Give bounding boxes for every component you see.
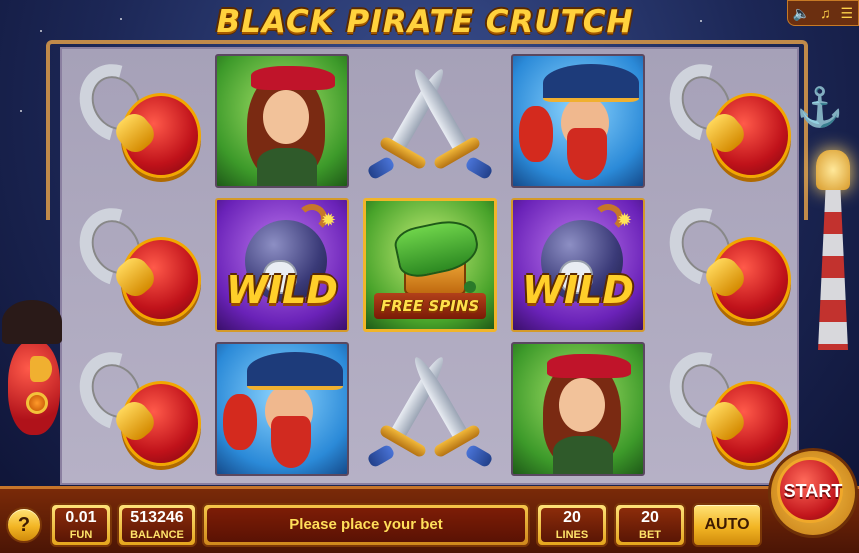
anchor-icon: ⚓ [796, 87, 844, 129]
reel-2: ✹ WILD [210, 49, 358, 483]
symbol-free-spins: FREE SPINS [360, 195, 500, 335]
bet-value: 20 [641, 509, 659, 526]
symbol-swords [360, 339, 500, 479]
message-box: Please place your bet [202, 503, 530, 547]
coin-value: 0.01 [65, 509, 97, 526]
free-spins-label: FREE SPINS [380, 297, 480, 315]
reel-1 [62, 49, 210, 483]
bet-label: BET [639, 529, 661, 541]
start-label: START [783, 481, 843, 501]
reel-3: FREE SPINS [358, 49, 506, 483]
lines-box[interactable]: 20 LINES [536, 503, 608, 547]
balance-label: BALANCE [130, 529, 184, 541]
symbol-pirate-captain [508, 51, 648, 191]
symbol-hook [65, 194, 206, 337]
top-controls: 🔈 ♫ ☰ [787, 0, 859, 26]
music-note-icon[interactable]: ♫ [820, 5, 831, 21]
lighthouse [806, 150, 856, 350]
reels-area: ✹ WILD FREE SPINS ✹ WILD [60, 47, 799, 485]
symbol-hook [65, 50, 206, 193]
symbol-pirate-girl [212, 51, 352, 191]
status-message: Please place your bet [207, 508, 525, 542]
control-bar: ? 0.01 FUN 513246 BALANCE Please place y… [0, 486, 859, 553]
symbol-swords [360, 51, 500, 191]
coin-label: FUN [69, 529, 93, 541]
wild-label: WILD [522, 268, 634, 312]
help-button[interactable]: ? [6, 507, 42, 543]
start-button[interactable]: START [768, 448, 858, 548]
parrot-mascot [0, 300, 72, 450]
symbol-hook [655, 50, 796, 193]
reel-5 [654, 49, 801, 483]
wild-label: WILD [226, 268, 338, 312]
symbol-wild: ✹ WILD [212, 195, 352, 335]
symbol-pirate-girl [508, 339, 648, 479]
balance-box: 513246 BALANCE [117, 503, 197, 547]
lines-label: LINES [555, 529, 589, 541]
balance-value: 513246 [130, 509, 184, 526]
reel-4: ✹ WILD [506, 49, 654, 483]
symbol-pirate-captain [212, 339, 352, 479]
speaker-icon[interactable]: 🔈 [793, 5, 810, 22]
symbol-wild: ✹ WILD [508, 195, 648, 335]
symbol-hook [655, 194, 796, 337]
symbol-hook [65, 338, 206, 481]
coin-value-box[interactable]: 0.01 FUN [50, 503, 112, 547]
lines-value: 20 [563, 509, 581, 526]
game-title: BLACK PIRATE CRUTCH [216, 4, 634, 40]
bet-box[interactable]: 20 BET [614, 503, 686, 547]
menu-icon[interactable]: ☰ [841, 5, 854, 22]
auto-button[interactable]: AUTO [692, 503, 762, 547]
